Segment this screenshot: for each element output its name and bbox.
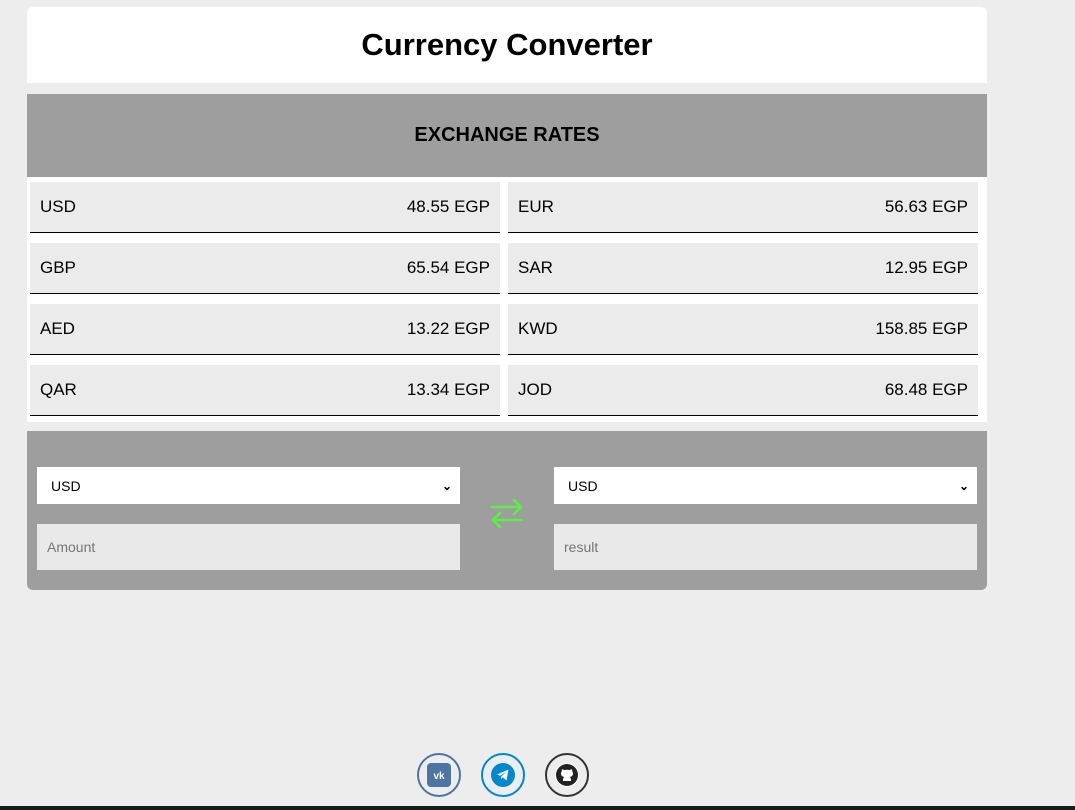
rate-item-usd: USD 48.55 EGP — [30, 182, 500, 233]
page: Currency Converter EXCHANGE RATES USD 48… — [0, 0, 1075, 810]
swap-arrows-icon[interactable] — [487, 493, 527, 533]
rate-code: USD — [40, 197, 76, 216]
amount-input[interactable] — [37, 524, 460, 570]
rate-item-sar: SAR 12.95 EGP — [508, 243, 978, 294]
result-output[interactable] — [554, 524, 977, 570]
github-link[interactable] — [545, 753, 589, 797]
rate-item-qar: QAR 13.34 EGP — [30, 365, 500, 416]
header: Currency Converter — [27, 7, 987, 83]
rate-item-kwd: KWD 158.85 EGP — [508, 304, 978, 355]
rate-item-gbp: GBP 65.54 EGP — [30, 243, 500, 294]
page-title: Currency Converter — [361, 27, 653, 62]
rate-value: 65.54 EGP — [406, 258, 490, 277]
social-links: vk — [417, 753, 589, 797]
exchange-rates-header: EXCHANGE RATES — [27, 94, 987, 177]
rate-value: 13.22 EGP — [406, 319, 490, 338]
chevron-down-icon: ⌄ — [441, 478, 452, 493]
svg-text:vk: vk — [433, 771, 445, 781]
from-currency-value: USD — [51, 477, 81, 494]
rate-code: QAR — [40, 380, 77, 399]
to-currency-select[interactable]: USD ⌄ — [554, 467, 977, 504]
rate-code: AED — [40, 319, 75, 338]
rate-value: 12.95 EGP — [884, 258, 968, 277]
rate-value: 158.85 EGP — [875, 319, 968, 338]
telegram-icon — [491, 763, 515, 787]
chevron-down-icon: ⌄ — [958, 478, 969, 493]
rate-code: JOD — [518, 380, 552, 399]
converter-panel: USD ⌄ USD ⌄ — [27, 431, 987, 590]
bottom-bar — [0, 806, 1075, 810]
exchange-rates-panel: EXCHANGE RATES USD 48.55 EGP EUR 56.63 E… — [27, 94, 987, 422]
github-icon — [555, 763, 579, 787]
rate-code: GBP — [40, 258, 76, 277]
rate-item-aed: AED 13.22 EGP — [30, 304, 500, 355]
vk-icon: vk — [427, 763, 451, 787]
rate-code: EUR — [518, 197, 554, 216]
to-currency-value: USD — [568, 477, 598, 494]
vk-link[interactable]: vk — [417, 753, 461, 797]
telegram-link[interactable] — [481, 753, 525, 797]
from-currency-select[interactable]: USD ⌄ — [37, 467, 460, 504]
rate-item-jod: JOD 68.48 EGP — [508, 365, 978, 416]
rate-item-eur: EUR 56.63 EGP — [508, 182, 978, 233]
rate-value: 56.63 EGP — [884, 197, 968, 216]
rate-code: SAR — [518, 258, 553, 277]
rates-grid: USD 48.55 EGP EUR 56.63 EGP GBP 65.54 EG… — [27, 177, 987, 422]
rate-value: 13.34 EGP — [406, 380, 490, 399]
rate-value: 68.48 EGP — [884, 380, 968, 399]
rate-code: KWD — [518, 319, 558, 338]
rate-value: 48.55 EGP — [406, 197, 490, 216]
exchange-rates-title: EXCHANGE RATES — [414, 124, 600, 146]
